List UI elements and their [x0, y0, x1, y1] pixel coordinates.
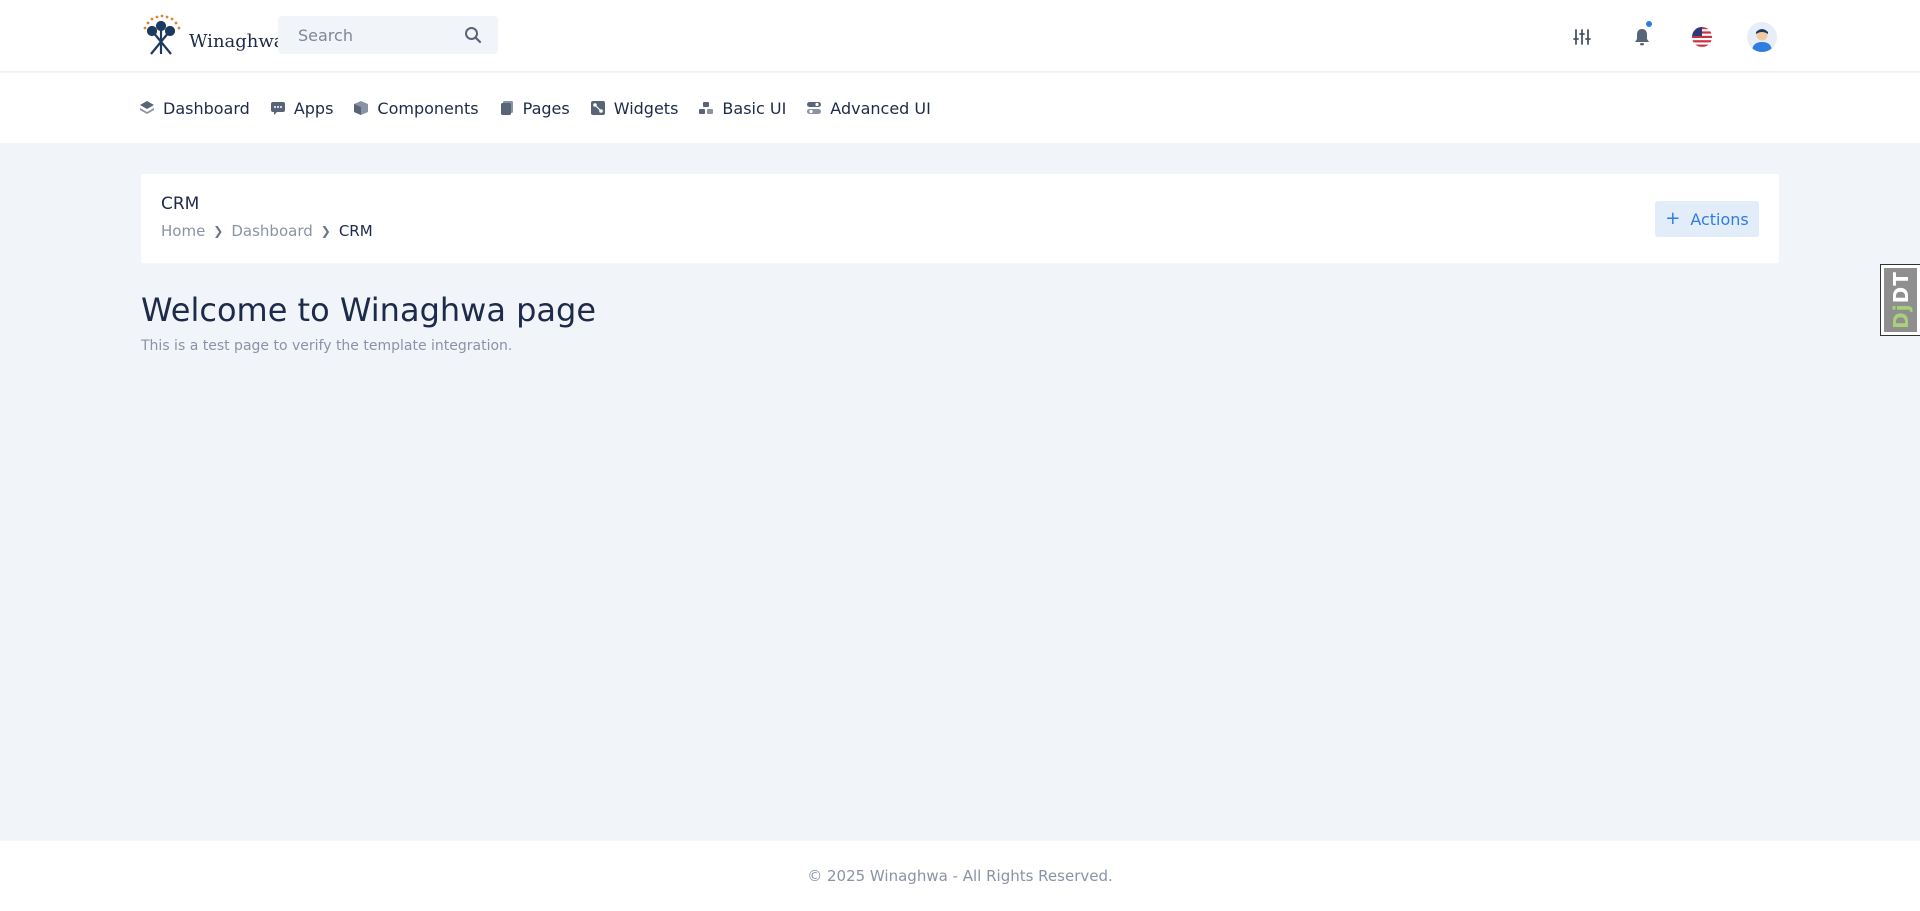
chevron-right-icon: ❯ — [320, 224, 331, 238]
search-icon[interactable] — [464, 26, 482, 44]
nav-item-apps[interactable]: Apps — [270, 98, 334, 118]
nav-label: Widgets — [613, 98, 679, 118]
user-avatar — [1747, 22, 1777, 52]
us-flag-icon — [1692, 27, 1712, 47]
breadcrumb: Home ❯ Dashboard ❯ CRM — [161, 222, 373, 240]
notifications-button[interactable] — [1624, 19, 1660, 55]
layers-icon — [140, 101, 154, 114]
user-icon — [1752, 29, 1772, 52]
logo-icon — [143, 14, 181, 55]
nav-item-components[interactable]: Components — [353, 98, 479, 118]
nav-item-basic-ui[interactable]: Basic UI — [698, 99, 786, 118]
widgets-icon — [590, 101, 605, 115]
page-title: CRM — [161, 194, 200, 214]
nav-label: Basic UI — [722, 98, 787, 118]
breadcrumb-current: CRM — [338, 222, 373, 240]
notification-dot — [1646, 21, 1652, 27]
profile-button[interactable] — [1744, 19, 1780, 55]
page-header-card: CRM Home ❯ Dashboard ❯ CRM + Actions — [141, 174, 1779, 263]
search-box[interactable] — [278, 16, 498, 54]
toggle-icon — [807, 102, 822, 114]
bell-icon — [1635, 29, 1649, 46]
welcome-subtext: This is a test page to verify the templa… — [141, 338, 513, 354]
chat-icon — [270, 102, 285, 115]
actions-label: Actions — [1690, 209, 1749, 229]
nav-label: Components — [377, 98, 479, 118]
debug-toolbar-handle[interactable]: DjDT — [1880, 264, 1920, 336]
settings-sliders-icon — [1573, 29, 1591, 45]
nav-label: Apps — [293, 98, 334, 118]
settings-button[interactable] — [1564, 19, 1600, 55]
box-icon — [354, 101, 369, 115]
nav-item-advanced-ui[interactable]: Advanced UI — [806, 99, 931, 118]
brand-name: Winaghwa — [189, 30, 285, 52]
search-input[interactable] — [298, 25, 458, 45]
header-actions — [1564, 19, 1780, 55]
main-navigation: Dashboard Apps Components Pages Widgets … — [0, 73, 1920, 143]
nav-label: Pages — [522, 98, 570, 118]
welcome-heading: Welcome to Winaghwa page — [141, 291, 597, 329]
brand-logo[interactable]: Winaghwa — [139, 14, 285, 58]
nav-item-widgets[interactable]: Widgets — [590, 98, 679, 118]
chevron-right-icon: ❯ — [213, 224, 224, 238]
breadcrumb-home[interactable]: Home — [161, 222, 205, 240]
breadcrumb-dashboard[interactable]: Dashboard — [231, 222, 312, 240]
top-header: Winaghwa — [0, 0, 1920, 72]
nav-item-pages[interactable]: Pages — [499, 99, 570, 118]
debug-toolbar-label: DjDT — [1888, 271, 1913, 329]
nav-menu: Dashboard Apps Components Pages Widgets … — [139, 73, 931, 143]
blocks-icon — [699, 102, 714, 114]
nav-item-dashboard[interactable]: Dashboard — [139, 99, 250, 118]
file-icon — [500, 101, 513, 115]
footer: © 2025 Winaghwa - All Rights Reserved. — [0, 841, 1920, 911]
debug-toolbar-badge: DjDT — [1884, 268, 1917, 332]
actions-button[interactable]: + Actions — [1655, 201, 1759, 237]
footer-copyright: © 2025 Winaghwa - All Rights Reserved. — [807, 867, 1113, 885]
nav-label: Dashboard — [163, 98, 250, 118]
nav-label: Advanced UI — [830, 98, 931, 118]
language-button[interactable] — [1684, 19, 1720, 55]
plus-icon: + — [1665, 208, 1681, 229]
